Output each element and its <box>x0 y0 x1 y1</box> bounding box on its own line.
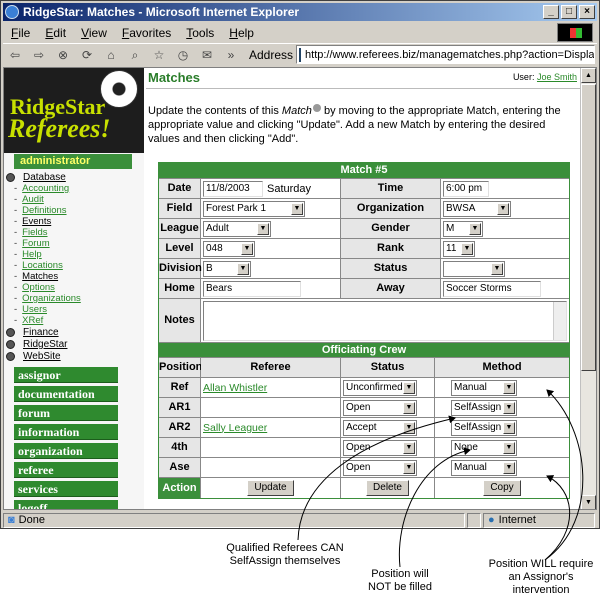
arrow-selfassign <box>297 415 456 541</box>
annotation-not-filled: Position will NOT be filled <box>368 568 432 593</box>
annotation-arrows <box>297 389 584 568</box>
annotation-selfassign: Qualified Referees CAN SelfAssign themse… <box>226 542 344 567</box>
arrow-manual-ase <box>544 475 571 561</box>
arrow-none <box>398 447 471 568</box>
annotation-assignor: Position WILL require an Assignor's inte… <box>488 558 594 596</box>
arrow-manual-ref <box>544 389 584 561</box>
